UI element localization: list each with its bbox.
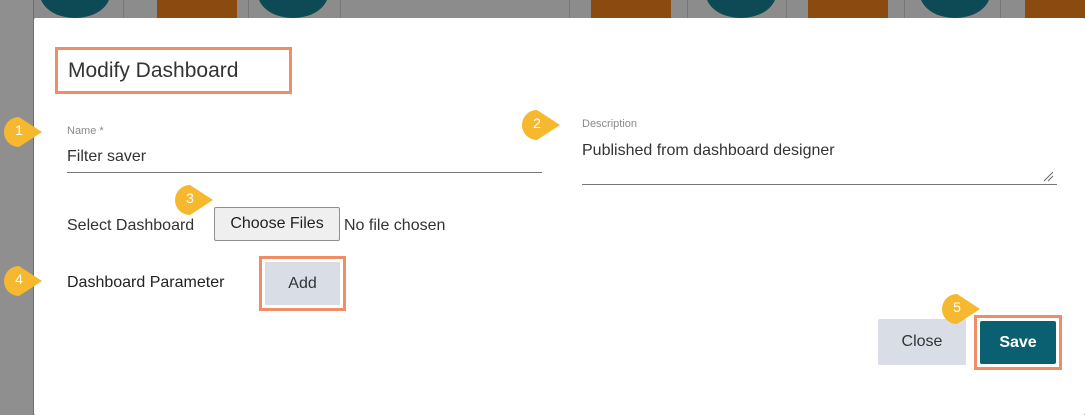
add-highlight: Add <box>259 256 346 311</box>
close-button[interactable]: Close <box>878 319 966 365</box>
title-highlight: Modify Dashboard <box>55 47 292 94</box>
callout-marker-5: 5 <box>942 293 980 325</box>
callout-number: 3 <box>186 190 194 206</box>
no-file-text: No file chosen <box>344 217 446 234</box>
background-tile <box>157 0 237 18</box>
background-avatar <box>920 0 990 18</box>
callout-number: 1 <box>15 122 23 138</box>
name-underline <box>67 172 542 173</box>
callout-marker-4: 4 <box>4 265 42 297</box>
callout-number: 4 <box>15 271 23 287</box>
background-avatar <box>706 0 776 18</box>
description-label: Description <box>582 118 638 130</box>
callout-number: 5 <box>953 299 961 315</box>
modal-title: Modify Dashboard <box>68 59 239 82</box>
background-tile <box>591 0 671 18</box>
description-textarea[interactable]: Published from dashboard designer <box>582 142 835 160</box>
dashboard-parameter-label: Dashboard Parameter <box>67 274 225 291</box>
choose-files-button[interactable]: Choose Files <box>214 207 340 241</box>
callout-marker-1: 1 <box>4 116 42 148</box>
background-tile <box>1025 0 1085 18</box>
modify-dashboard-modal: Modify Dashboard Name * Filter saver Des… <box>34 18 1085 415</box>
callout-marker-3: 3 <box>175 184 213 216</box>
save-button[interactable]: Save <box>980 321 1056 364</box>
background-tile <box>808 0 888 18</box>
background-sidebar <box>0 0 34 415</box>
background-avatar <box>258 0 328 18</box>
callout-marker-2: 2 <box>522 109 560 141</box>
select-dashboard-label: Select Dashboard <box>67 217 195 234</box>
callout-number: 2 <box>533 115 541 131</box>
save-highlight: Save <box>974 315 1062 370</box>
name-input[interactable]: Filter saver <box>67 148 146 166</box>
resize-grip-icon[interactable] <box>1042 170 1054 182</box>
add-parameter-button[interactable]: Add <box>265 262 340 305</box>
name-label: Name * <box>67 125 104 137</box>
background-avatar <box>40 0 110 18</box>
description-underline <box>582 184 1057 185</box>
